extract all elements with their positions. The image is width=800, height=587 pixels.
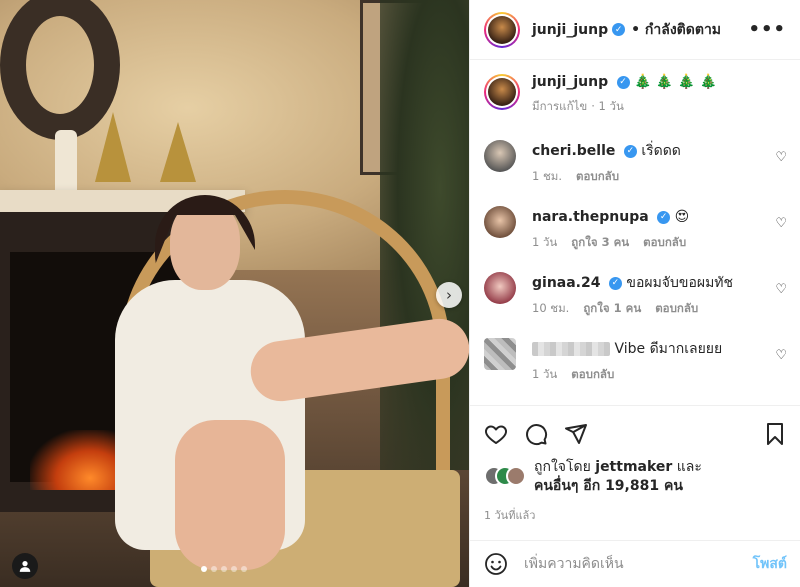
caption-username[interactable]: junji_junp xyxy=(532,74,608,90)
post-comment-button[interactable]: โพสต์ xyxy=(753,553,787,575)
reply-button[interactable]: ตอบกลับ xyxy=(576,168,619,186)
verified-badge-icon: ✓ xyxy=(657,210,671,224)
verified-badge-icon: ✓ xyxy=(612,23,626,36)
post-header: junji_junp ✓ • กำลังติดตาม ••• xyxy=(470,0,800,60)
comment-text: ขอผมจับขอผมทัช xyxy=(626,275,734,291)
share-icon[interactable] xyxy=(564,422,588,446)
reply-button[interactable]: ตอบกลับ xyxy=(655,300,698,318)
comment-time[interactable]: 1 วัน xyxy=(532,366,557,384)
likes-and: และ xyxy=(676,459,702,475)
commenter-avatar[interactable] xyxy=(484,206,516,238)
add-comment-bar: เพิ่มความคิดเห็น โพสต์ xyxy=(470,540,800,587)
likes-prefix: ถูกใจโดย xyxy=(534,459,591,475)
post-sidebar: junji_junp ✓ • กำลังติดตาม ••• junji_jun… xyxy=(469,0,800,587)
like-comment-heart-icon[interactable]: ♡ xyxy=(775,216,787,231)
chevron-right-icon: › xyxy=(446,286,452,304)
commenter-avatar[interactable] xyxy=(484,338,516,370)
user-tag-button[interactable] xyxy=(12,553,38,579)
reply-button[interactable]: ตอบกลับ xyxy=(571,366,614,384)
caption-edited: มีการแก้ไข xyxy=(532,99,588,113)
author-username[interactable]: junji_junp xyxy=(532,22,608,38)
comment-item: nara.thepnupa ✓ 😍 1 วัน ถูกใจ 3 คน ตอบกล… xyxy=(470,202,800,268)
commenter-username-blurred[interactable] xyxy=(532,342,610,356)
carousel-dot xyxy=(221,566,227,572)
commenter-username[interactable]: ginaa.24 xyxy=(532,275,600,291)
photo-gold-tree xyxy=(160,122,196,182)
more-options-button[interactable]: ••• xyxy=(748,19,786,40)
comments-list[interactable]: junji_junp ✓ 🎄 🎄 🎄 🎄 มีการแก้ไข · 1 วัน … xyxy=(470,60,800,405)
carousel-dots xyxy=(201,566,247,572)
post-timestamp[interactable]: 1 วันที่แล้ว xyxy=(484,506,787,524)
verified-badge-icon: ✓ xyxy=(623,144,637,158)
commenter-avatar[interactable] xyxy=(484,140,516,172)
likes-others[interactable]: คนอื่นๆ อีก 19,881 คน xyxy=(534,478,683,494)
comment-time[interactable]: 10 ชม. xyxy=(532,300,569,318)
commenter-avatar[interactable] xyxy=(484,272,516,304)
comment-text: เริ่ดดด xyxy=(641,143,681,159)
carousel-dot xyxy=(231,566,237,572)
post-photo[interactable]: › xyxy=(0,0,469,587)
verified-badge-icon: ✓ xyxy=(608,276,622,290)
like-comment-heart-icon[interactable]: ♡ xyxy=(775,282,787,297)
commenter-username[interactable]: nara.thepnupa xyxy=(532,209,649,225)
commenter-username[interactable]: cheri.belle xyxy=(532,143,615,159)
liker-username[interactable]: jettmaker xyxy=(595,459,672,475)
carousel-dot xyxy=(201,566,207,572)
heart-icon[interactable] xyxy=(484,422,508,446)
comment-text: 😍 xyxy=(674,209,690,225)
likes-summary: ถูกใจโดย jettmaker และ คนอื่นๆ อีก 19,88… xyxy=(484,458,787,496)
comment-text: Vibe ดีมากเลยยย xyxy=(614,341,723,357)
comment-icon[interactable] xyxy=(524,422,548,446)
carousel-dot xyxy=(241,566,247,572)
comment-item: Vibe ดีมากเลยยย 1 วัน ตอบกลับ ♡ xyxy=(470,334,800,400)
verified-badge-icon: ✓ xyxy=(616,75,630,89)
carousel-dot xyxy=(211,566,217,572)
like-comment-heart-icon[interactable]: ♡ xyxy=(775,150,787,165)
bookmark-icon[interactable] xyxy=(763,422,787,446)
comment-time[interactable]: 1 วัน xyxy=(532,234,557,252)
like-comment-heart-icon[interactable]: ♡ xyxy=(775,348,787,363)
caption-time: · 1 วัน xyxy=(591,99,624,113)
comment-item: ginaa.24 ✓ ขอผมจับขอผมทัช 10 ชม. ถูกใจ 1… xyxy=(470,268,800,334)
next-photo-button[interactable]: › xyxy=(436,282,462,308)
post-actions: ถูกใจโดย jettmaker และ คนอื่นๆ อีก 19,88… xyxy=(470,405,800,524)
caption-text: 🎄 🎄 🎄 🎄 xyxy=(634,74,718,90)
comment-input[interactable]: เพิ่มความคิดเห็น xyxy=(524,553,624,575)
comment-item: cheri.belle ✓ เริ่ดดด 1 ชม. ตอบกลับ ♡ xyxy=(470,136,800,202)
post-caption: junji_junp ✓ 🎄 🎄 🎄 🎄 มีการแก้ไข · 1 วัน xyxy=(470,60,800,136)
following-status[interactable]: • กำลังติดตาม xyxy=(631,19,721,41)
photo-person-leg xyxy=(175,420,285,570)
author-avatar[interactable] xyxy=(484,11,520,48)
comment-likes[interactable]: ถูกใจ 1 คน xyxy=(583,300,641,318)
photo-gold-tree xyxy=(95,112,131,182)
liker-avatars[interactable] xyxy=(484,466,526,488)
comment-likes[interactable]: ถูกใจ 3 คน xyxy=(571,234,629,252)
caption-avatar[interactable] xyxy=(484,74,520,110)
user-tag-icon xyxy=(19,561,31,572)
photo-deer-figurine xyxy=(55,130,77,192)
emoji-icon[interactable] xyxy=(484,552,508,576)
reply-button[interactable]: ตอบกลับ xyxy=(643,234,686,252)
comment-time[interactable]: 1 ชม. xyxy=(532,168,562,186)
